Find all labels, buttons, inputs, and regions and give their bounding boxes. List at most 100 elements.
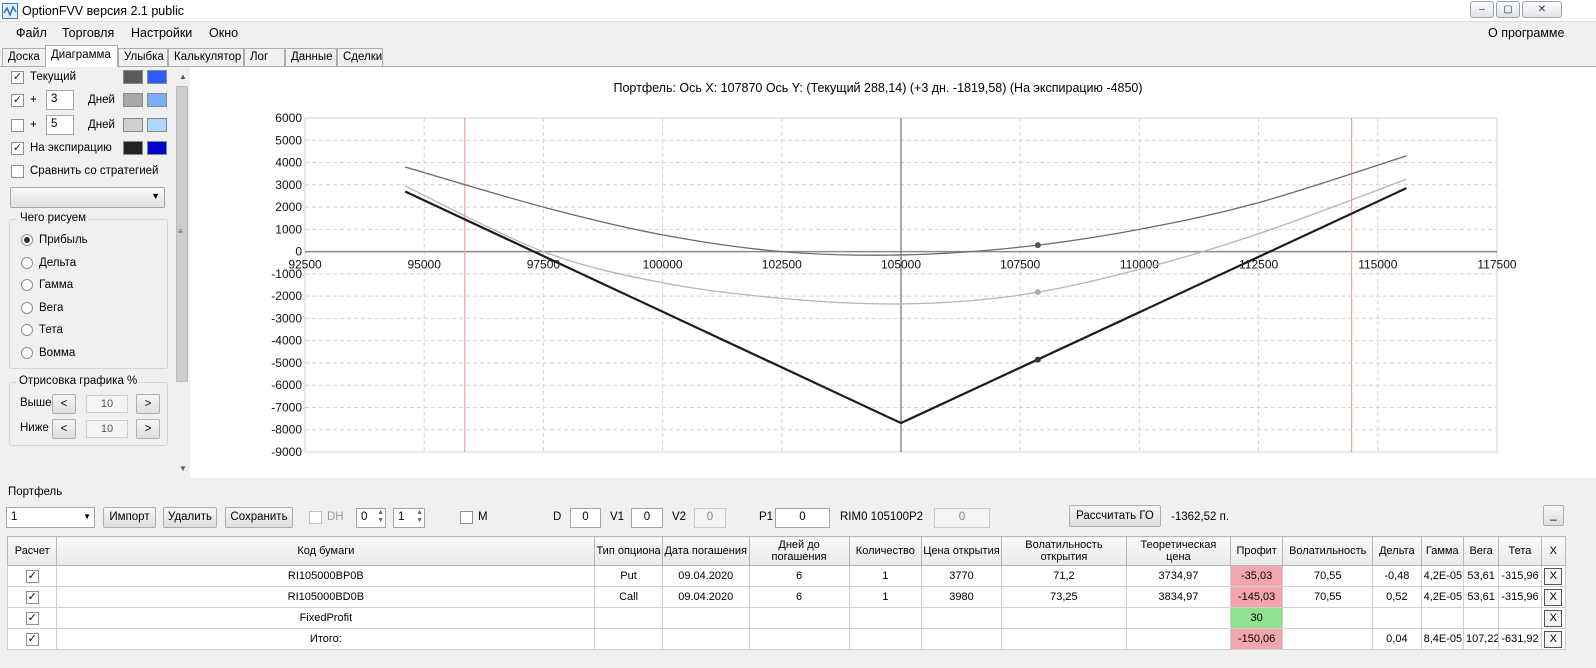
spin-icon[interactable]: ▲ ▼ xyxy=(416,509,423,525)
expiry-color-swatch[interactable] xyxy=(123,141,143,155)
remove-row-button[interactable]: X xyxy=(1544,588,1563,606)
cell-open[interactable] xyxy=(921,607,1002,629)
radio-gamma[interactable] xyxy=(21,279,33,291)
cell-vol[interactable]: 70,55 xyxy=(1282,586,1374,608)
calc-cell[interactable]: ✓ xyxy=(6,628,58,650)
days1-color-swatch[interactable] xyxy=(123,93,143,107)
v2-field[interactable]: 0 xyxy=(694,508,726,528)
cell-vol[interactable]: 70,55 xyxy=(1282,565,1374,587)
calc-checkbox[interactable]: ✓ xyxy=(25,632,39,646)
col-vol[interactable]: Волатильность xyxy=(1282,536,1374,566)
col-days[interactable]: Дней до погашения xyxy=(748,536,850,566)
delete-button[interactable]: Удалить xyxy=(163,507,217,528)
collapse-button[interactable]: _ xyxy=(1543,505,1564,526)
remove-row-button[interactable]: X xyxy=(1544,567,1563,585)
tab-deals[interactable]: Сделки xyxy=(337,48,383,66)
calc-cell[interactable]: ✓ xyxy=(6,565,58,587)
cell-qty[interactable]: 1 xyxy=(848,586,923,608)
cell-open[interactable]: 3770 xyxy=(921,565,1002,587)
compare-checkbox[interactable] xyxy=(11,165,24,178)
expiry-checkbox[interactable]: ✓ xyxy=(11,142,24,155)
dh-checkbox[interactable] xyxy=(309,511,322,524)
calc-cell[interactable]: ✓ xyxy=(6,586,58,608)
col-profit[interactable]: Профит xyxy=(1229,536,1284,566)
above-increase-button[interactable]: > xyxy=(136,394,160,414)
tab-data[interactable]: Данные xyxy=(285,48,337,66)
remove-row-button[interactable]: X xyxy=(1544,630,1563,648)
calc-checkbox[interactable]: ✓ xyxy=(25,590,39,604)
tab-board[interactable]: Доска xyxy=(2,48,46,66)
cell-vol[interactable] xyxy=(1282,628,1374,650)
calculate-go-button[interactable]: Рассчитать ГО xyxy=(1069,505,1161,527)
days2-checkbox[interactable] xyxy=(11,119,24,132)
menu-window[interactable]: Окно xyxy=(209,26,238,40)
cell-vol[interactable] xyxy=(1282,607,1374,629)
current-color-swatch[interactable] xyxy=(123,70,143,84)
menu-file[interactable]: Файл xyxy=(16,26,47,40)
below-value[interactable]: 10 xyxy=(86,420,128,438)
scroll-up-icon[interactable]: ▲ xyxy=(179,72,187,81)
calc-checkbox[interactable]: ✓ xyxy=(25,611,39,625)
dh-stepper-2[interactable]: 1 ▲ ▼ xyxy=(393,508,425,528)
expiry-color-swatch-alt[interactable] xyxy=(147,141,167,155)
chart-area[interactable]: Портфель: Ось X: 107870 Ось Y: (Текущий … xyxy=(190,67,1596,478)
col-open[interactable]: Цена открытия xyxy=(921,536,1002,566)
table-row[interactable]: ✓ RI105000BD0B Call 09.04.2020 6 1 3980 73,25 38… xyxy=(6,586,1567,608)
col-calc[interactable]: Расчет xyxy=(6,536,58,566)
close-window-button[interactable]: ✕ xyxy=(1522,1,1562,18)
strategy-dropdown[interactable]: ▼ xyxy=(10,187,165,208)
menu-about[interactable]: О программе xyxy=(1488,26,1564,40)
v1-field[interactable]: 0 xyxy=(631,508,663,528)
current-color-swatch-alt[interactable] xyxy=(147,70,167,84)
save-button[interactable]: Сохранить xyxy=(225,507,293,528)
calc-cell[interactable]: ✓ xyxy=(6,607,58,629)
payoff-chart[interactable]: Портфель: Ось X: 107870 Ось Y: (Текущий … xyxy=(190,67,1596,478)
col-delta[interactable]: Дельта xyxy=(1372,536,1422,566)
radio-delta[interactable] xyxy=(21,257,33,269)
col-qty[interactable]: Количество xyxy=(848,536,923,566)
above-value[interactable]: 10 xyxy=(86,395,128,413)
col-type[interactable]: Тип опциона xyxy=(594,536,663,566)
tab-log[interactable]: Лог xyxy=(244,48,285,66)
col-theta[interactable]: Тета xyxy=(1498,536,1542,566)
days2-color-swatch[interactable] xyxy=(123,118,143,132)
m-checkbox[interactable] xyxy=(460,511,473,524)
col-date[interactable]: Дата погашения xyxy=(661,536,750,566)
dh-stepper-1[interactable]: 0 ▲ ▼ xyxy=(356,508,386,528)
import-button[interactable]: Импорт xyxy=(103,507,156,528)
cell-qty[interactable] xyxy=(848,607,923,629)
calc-checkbox[interactable]: ✓ xyxy=(25,569,39,583)
p2-field[interactable]: 0 xyxy=(934,508,990,528)
radio-theta[interactable] xyxy=(21,324,33,336)
cell-qty[interactable] xyxy=(848,628,923,650)
col-code[interactable]: Код бумаги xyxy=(56,536,596,566)
p1-field[interactable]: 0 xyxy=(775,508,830,528)
table-row[interactable]: ✓ Итого: -150,06 0,04 8,4E-05 107,22 -631,92 X xyxy=(6,628,1567,650)
days1-checkbox[interactable]: ✓ xyxy=(11,94,24,107)
tab-calculator[interactable]: Калькулятор xyxy=(168,48,244,66)
col-open-vol[interactable]: Волатильность открытия xyxy=(1000,536,1127,566)
col-theo[interactable]: Теоретическая цена xyxy=(1125,536,1231,566)
cell-open[interactable]: 3980 xyxy=(921,586,1002,608)
d-field[interactable]: 0 xyxy=(570,508,601,528)
col-gamma[interactable]: Гамма xyxy=(1420,536,1464,566)
tab-smile[interactable]: Улыбка xyxy=(118,48,168,66)
scroll-down-icon[interactable]: ▼ xyxy=(179,464,187,473)
days1-input[interactable]: 3 xyxy=(46,90,74,110)
menu-trading[interactable]: Торговля xyxy=(62,26,114,40)
days2-color-swatch-alt[interactable] xyxy=(147,118,167,132)
below-decrease-button[interactable]: < xyxy=(52,419,76,439)
remove-row-button[interactable]: X xyxy=(1544,609,1563,627)
col-vega[interactable]: Вега xyxy=(1462,536,1500,566)
radio-vomma[interactable] xyxy=(21,347,33,359)
table-row[interactable]: ✓ FixedProfit 30 X xyxy=(6,607,1567,629)
cell-qty[interactable]: 1 xyxy=(848,565,923,587)
radio-vega[interactable] xyxy=(21,302,33,314)
menu-settings[interactable]: Настройки xyxy=(131,26,192,40)
table-row[interactable]: ✓ RI105000BP0B Put 09.04.2020 6 1 3770 71,2 3734… xyxy=(6,565,1567,587)
tab-diagram[interactable]: Диаграмма xyxy=(45,45,118,67)
above-decrease-button[interactable]: < xyxy=(52,394,76,414)
portfolio-select[interactable]: 1 ▼ xyxy=(6,507,95,528)
days2-input[interactable]: 5 xyxy=(46,115,74,135)
restore-button[interactable]: ▢ xyxy=(1496,1,1520,18)
